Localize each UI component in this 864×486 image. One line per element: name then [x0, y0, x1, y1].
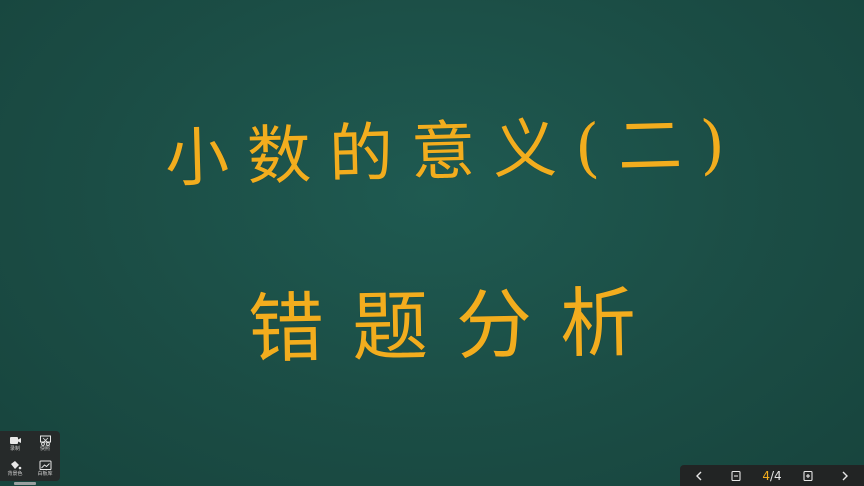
camera-icon	[9, 436, 21, 444]
background-color-tool-label: 背景色	[7, 470, 23, 477]
prev-page-button[interactable]	[688, 467, 710, 485]
minus-page-icon	[731, 470, 741, 481]
page-navigator: 4/4	[680, 465, 864, 486]
whiteboard-library-tool[interactable]: 白板库	[30, 456, 60, 481]
background-color-tool[interactable]: 背景色	[0, 456, 30, 481]
snapshot-tool[interactable]: 快照	[30, 431, 60, 456]
record-tool[interactable]: 录制	[0, 431, 30, 456]
blackboard: 小数的意义(二) 错题分析	[0, 0, 864, 486]
next-page-button[interactable]	[834, 467, 856, 485]
add-page-button[interactable]	[797, 467, 819, 485]
snapshot-tool-label: 快照	[39, 445, 50, 452]
total-pages: 4	[774, 468, 782, 483]
page-indicator: 4/4	[762, 469, 781, 483]
title-line: 小数的意义(二)	[164, 107, 744, 197]
subtitle-line: 错题分析	[247, 277, 665, 374]
chevron-left-icon	[695, 471, 702, 480]
scissors-icon	[39, 435, 51, 446]
whiteboard-library-tool-label: 白板库	[37, 470, 53, 477]
paint-bucket-icon	[10, 460, 21, 469]
record-tool-label: 录制	[9, 445, 20, 452]
tool-panel: 录制 快照 背景色 白板库	[0, 431, 60, 481]
tool-panel-handle[interactable]	[14, 482, 36, 485]
plus-page-icon	[803, 470, 813, 481]
chevron-right-icon	[842, 471, 849, 480]
image-icon	[39, 460, 51, 470]
current-page: 4	[762, 468, 770, 483]
remove-page-button[interactable]	[725, 467, 747, 485]
